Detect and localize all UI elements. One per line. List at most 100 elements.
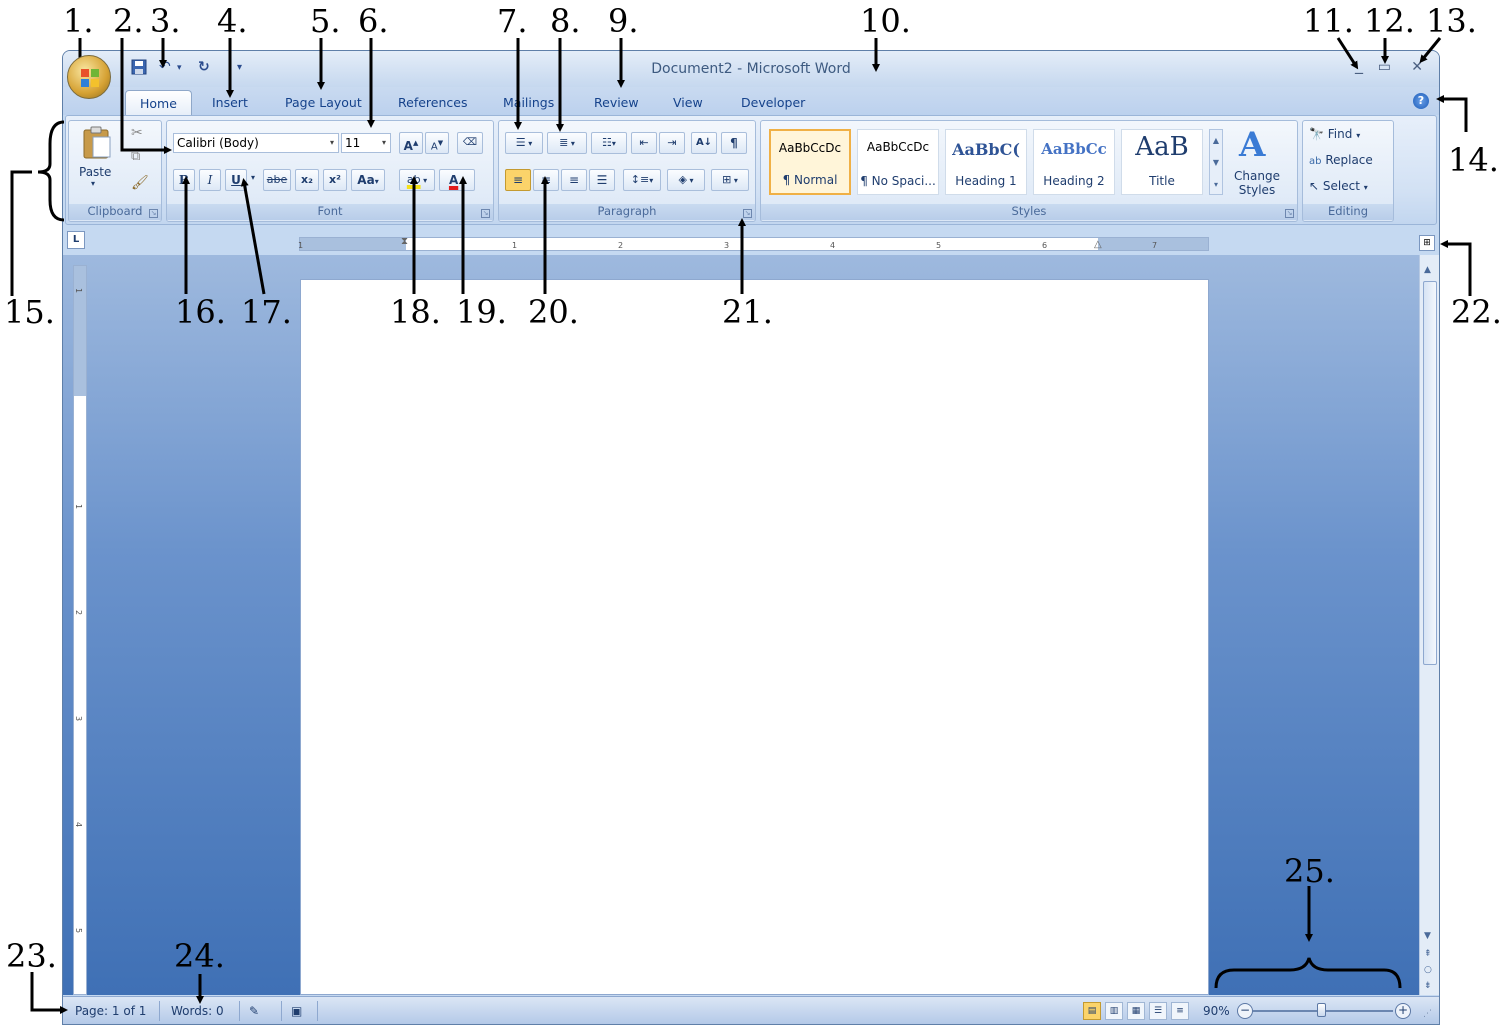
vertical-scrollbar[interactable]: ▲ ▼ ⇞ ○ ⇟ bbox=[1419, 255, 1439, 995]
print-layout-icon[interactable]: ▤ bbox=[1083, 1002, 1101, 1020]
undo-icon[interactable]: ↶ bbox=[159, 59, 171, 75]
draft-icon[interactable]: ≡ bbox=[1171, 1002, 1189, 1020]
tab-insert[interactable]: Insert bbox=[212, 95, 248, 110]
ruler-mark: 1 bbox=[298, 241, 304, 250]
status-bar: Page: 1 of 1 Words: 0 ✎ ▣ ▤ ▥ ▦ ☰ ≡ 90% … bbox=[63, 996, 1439, 1024]
minimize-icon[interactable]: _ bbox=[1355, 55, 1363, 74]
vertical-ruler[interactable]: 1 1 2 3 4 5 bbox=[73, 265, 87, 995]
help-icon[interactable]: ? bbox=[1413, 93, 1429, 109]
font-name-box[interactable]: Calibri (Body) ▾ bbox=[173, 133, 339, 153]
proofing-icon[interactable]: ✎ bbox=[249, 1004, 259, 1018]
change-styles-button[interactable]: A Change Styles bbox=[1227, 125, 1287, 205]
tab-developer[interactable]: Developer bbox=[741, 95, 805, 110]
shrink-font-button[interactable]: A▼ bbox=[425, 132, 449, 154]
style-heading-1[interactable]: AaBbC( Heading 1 bbox=[945, 129, 1027, 195]
clear-formatting-button[interactable]: ⌫ bbox=[457, 132, 483, 154]
shading-button[interactable]: ◈ ▾ bbox=[667, 169, 705, 191]
callout-4: 4. bbox=[217, 2, 248, 40]
word-count[interactable]: Words: 0 bbox=[171, 1004, 224, 1018]
tab-references[interactable]: References bbox=[398, 95, 467, 110]
resize-grip-icon[interactable]: ⋰ bbox=[1423, 1009, 1432, 1019]
arrow-22 bbox=[1440, 240, 1472, 296]
horizontal-ruler[interactable]: 1 1 2 3 4 5 6 7 ⧗ △ bbox=[298, 236, 1209, 251]
replace-button[interactable]: ab Replace bbox=[1309, 153, 1373, 167]
vruler-mark: 5 bbox=[74, 927, 84, 934]
undo-dropdown-icon[interactable]: ▾ bbox=[177, 63, 182, 73]
tab-page-layout[interactable]: Page Layout bbox=[285, 95, 362, 110]
styles-launcher-icon[interactable]: ↘ bbox=[1285, 209, 1294, 218]
strikethrough-button[interactable]: abe bbox=[263, 169, 291, 191]
font-size-box[interactable]: 11 ▾ bbox=[341, 133, 391, 153]
font-color-button[interactable]: A ▾ bbox=[439, 169, 475, 191]
paragraph-launcher-icon[interactable]: ↘ bbox=[743, 209, 752, 218]
tab-selector[interactable]: L bbox=[67, 231, 85, 249]
superscript-button[interactable]: x² bbox=[323, 169, 347, 191]
view-ruler-icon[interactable]: ⊞ bbox=[1419, 235, 1435, 251]
tab-mailings[interactable]: Mailings bbox=[503, 95, 554, 110]
outline-icon[interactable]: ☰ bbox=[1149, 1002, 1167, 1020]
align-right-button[interactable]: ≡ bbox=[561, 169, 587, 191]
underline-dropdown-icon[interactable]: ▾ bbox=[251, 173, 255, 182]
zoom-level[interactable]: 90% bbox=[1203, 1004, 1230, 1018]
office-button[interactable] bbox=[67, 55, 111, 99]
scroll-thumb[interactable] bbox=[1423, 281, 1437, 665]
page-count[interactable]: Page: 1 of 1 bbox=[75, 1004, 146, 1018]
font-launcher-icon[interactable]: ↘ bbox=[481, 209, 490, 218]
highlight-button[interactable]: ab ▾ bbox=[399, 169, 435, 191]
close-icon[interactable]: ✕ bbox=[1411, 59, 1423, 75]
paste-dropdown-icon[interactable]: ▾ bbox=[91, 179, 95, 188]
justify-button[interactable]: ☰ bbox=[589, 169, 615, 191]
clipboard-launcher-icon[interactable]: ↘ bbox=[149, 209, 158, 218]
tab-view[interactable]: View bbox=[673, 95, 703, 110]
find-button[interactable]: 🔭 Find ▾ bbox=[1309, 127, 1360, 141]
underline-button[interactable]: U bbox=[225, 169, 247, 191]
previous-page-icon[interactable]: ⇞ bbox=[1424, 949, 1432, 959]
select-button[interactable]: ↖ Select ▾ bbox=[1309, 179, 1368, 193]
scroll-down-icon[interactable]: ▼ bbox=[1424, 931, 1431, 941]
web-layout-icon[interactable]: ▦ bbox=[1127, 1002, 1145, 1020]
show-marks-button[interactable]: ¶ bbox=[721, 132, 747, 154]
next-page-icon[interactable]: ⇟ bbox=[1424, 981, 1432, 991]
full-screen-reading-icon[interactable]: ▥ bbox=[1105, 1002, 1123, 1020]
macro-recording-icon[interactable]: ▣ bbox=[291, 1004, 302, 1018]
bold-button[interactable]: B bbox=[173, 169, 195, 191]
bullets-button[interactable]: ☰ ▾ bbox=[505, 132, 543, 154]
zoom-slider-thumb[interactable] bbox=[1317, 1003, 1326, 1017]
borders-button[interactable]: ⊞ ▾ bbox=[711, 169, 749, 191]
indent-marker-icon[interactable]: ⧗ bbox=[401, 236, 408, 247]
maximize-icon[interactable]: ▭ bbox=[1378, 59, 1391, 75]
decrease-indent-button[interactable]: ⇤ bbox=[631, 132, 657, 154]
sort-button[interactable]: A↓ bbox=[691, 132, 717, 154]
styles-scroll[interactable]: ▲ ▼ ▾ bbox=[1209, 129, 1223, 195]
numbering-button[interactable]: ≣ ▾ bbox=[547, 132, 587, 154]
redo-icon[interactable]: ↻ bbox=[198, 59, 210, 75]
scroll-up-icon[interactable]: ▲ bbox=[1424, 265, 1431, 275]
tab-home[interactable]: Home bbox=[125, 90, 192, 117]
paste-button[interactable]: Paste ▾ bbox=[77, 125, 115, 188]
style-heading-2[interactable]: AaBbCc Heading 2 bbox=[1033, 129, 1115, 195]
align-left-button[interactable]: ≡ bbox=[505, 169, 531, 191]
save-icon[interactable] bbox=[131, 59, 147, 79]
format-painter-icon[interactable]: 🖌 bbox=[131, 175, 149, 191]
cut-icon[interactable]: ✂ bbox=[131, 125, 143, 141]
zoom-out-icon[interactable]: − bbox=[1237, 1003, 1253, 1019]
change-case-button[interactable]: Aa▾ bbox=[351, 169, 385, 191]
grow-font-button[interactable]: A▲ bbox=[399, 132, 423, 154]
tab-review[interactable]: Review bbox=[594, 95, 639, 110]
select-browse-object-icon[interactable]: ○ bbox=[1424, 965, 1432, 975]
multilevel-list-button[interactable]: ☷▾ bbox=[591, 132, 627, 154]
zoom-in-icon[interactable]: + bbox=[1395, 1003, 1411, 1019]
style-title[interactable]: AaB Title bbox=[1121, 129, 1203, 195]
increase-indent-button[interactable]: ⇥ bbox=[659, 132, 685, 154]
customize-qat-icon[interactable]: ▾ bbox=[237, 62, 242, 73]
italic-button[interactable]: I bbox=[199, 169, 221, 191]
line-spacing-button[interactable]: ↕≡▾ bbox=[623, 169, 661, 191]
document-page[interactable] bbox=[300, 279, 1209, 995]
style-no-spacing[interactable]: AaBbCcDc ¶ No Spaci... bbox=[857, 129, 939, 195]
callout-22: 22. bbox=[1451, 293, 1502, 331]
align-center-button[interactable]: ≡ bbox=[533, 169, 559, 191]
style-normal[interactable]: AaBbCcDc ¶ Normal bbox=[769, 129, 851, 195]
subscript-button[interactable]: x₂ bbox=[295, 169, 319, 191]
right-indent-icon[interactable]: △ bbox=[1094, 239, 1102, 250]
copy-icon[interactable]: ⧉ bbox=[131, 149, 140, 164]
